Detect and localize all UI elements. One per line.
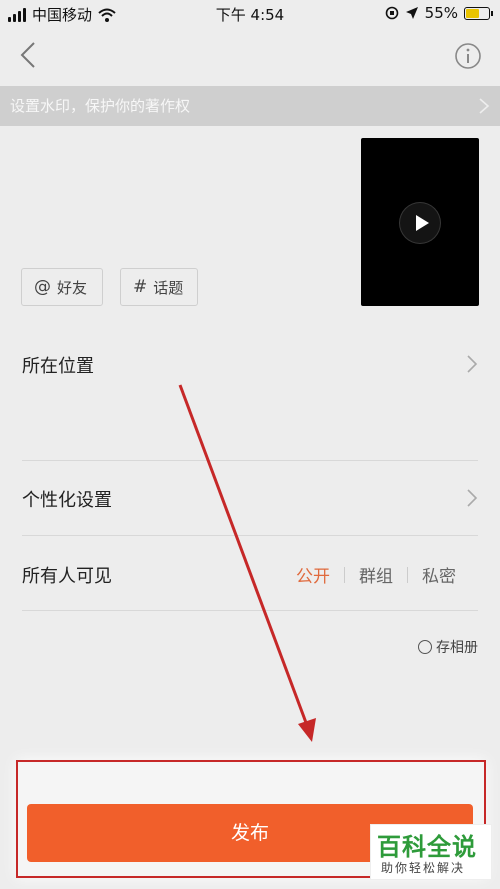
save-album-toggle[interactable]: 存相册 (418, 637, 478, 657)
location-row[interactable]: 所在位置 (22, 352, 478, 378)
separator (344, 566, 345, 583)
personalize-label: 个性化设置 (22, 490, 112, 511)
option-group[interactable]: 群组 (359, 562, 393, 587)
personalize-row[interactable]: 个性化设置 (22, 486, 478, 512)
privacy-options: 公开 群组 私密 (296, 562, 456, 587)
radio-icon (418, 640, 432, 654)
banner-text: 设置水印，保护你的著作权 (10, 97, 191, 115)
battery-icon (464, 6, 493, 20)
chip-label: 话题 (153, 278, 184, 297)
separator (407, 566, 408, 583)
visibility-label: 所有人可见 (22, 566, 112, 587)
divider (22, 610, 478, 611)
at-icon: @ (34, 277, 51, 297)
divider (22, 460, 478, 461)
battery-percent: 55% (424, 4, 458, 22)
info-icon[interactable] (454, 42, 482, 70)
watermark-logo: 百科全说 助你轻松解决 (370, 824, 492, 880)
watermark-banner[interactable]: 设置水印，保护你的著作权 (0, 86, 500, 126)
chip-label: 好友 (57, 278, 88, 297)
status-right: 55% (385, 4, 493, 22)
divider (22, 535, 478, 536)
chevron-right-icon (467, 355, 478, 373)
mention-friend-button[interactable]: @ 好友 (21, 268, 103, 306)
location-label: 所在位置 (22, 356, 94, 377)
location-arrow-icon (405, 7, 418, 19)
video-thumbnail[interactable] (361, 138, 479, 306)
visibility-row: 所有人可见 公开 群组 私密 (22, 562, 478, 588)
play-icon (399, 202, 441, 244)
rotation-lock-icon (385, 6, 398, 20)
logo-title: 百科全说 (377, 833, 477, 861)
description-input[interactable] (22, 142, 322, 154)
annotation-arrow (178, 384, 316, 742)
logo-subtitle: 助你轻松解决 (381, 861, 466, 875)
option-public[interactable]: 公开 (296, 562, 330, 587)
back-arrow-icon[interactable] (14, 40, 44, 70)
chevron-right-icon (479, 98, 490, 114)
hashtag-icon: # (133, 277, 148, 297)
option-private[interactable]: 私密 (422, 562, 456, 587)
nav-bar (0, 28, 500, 84)
save-album-label: 存相册 (436, 640, 478, 656)
topic-button[interactable]: # 话题 (120, 268, 198, 306)
status-bar: 中国移动 下午 4:54 55% (0, 0, 500, 28)
chevron-right-icon (467, 489, 478, 507)
